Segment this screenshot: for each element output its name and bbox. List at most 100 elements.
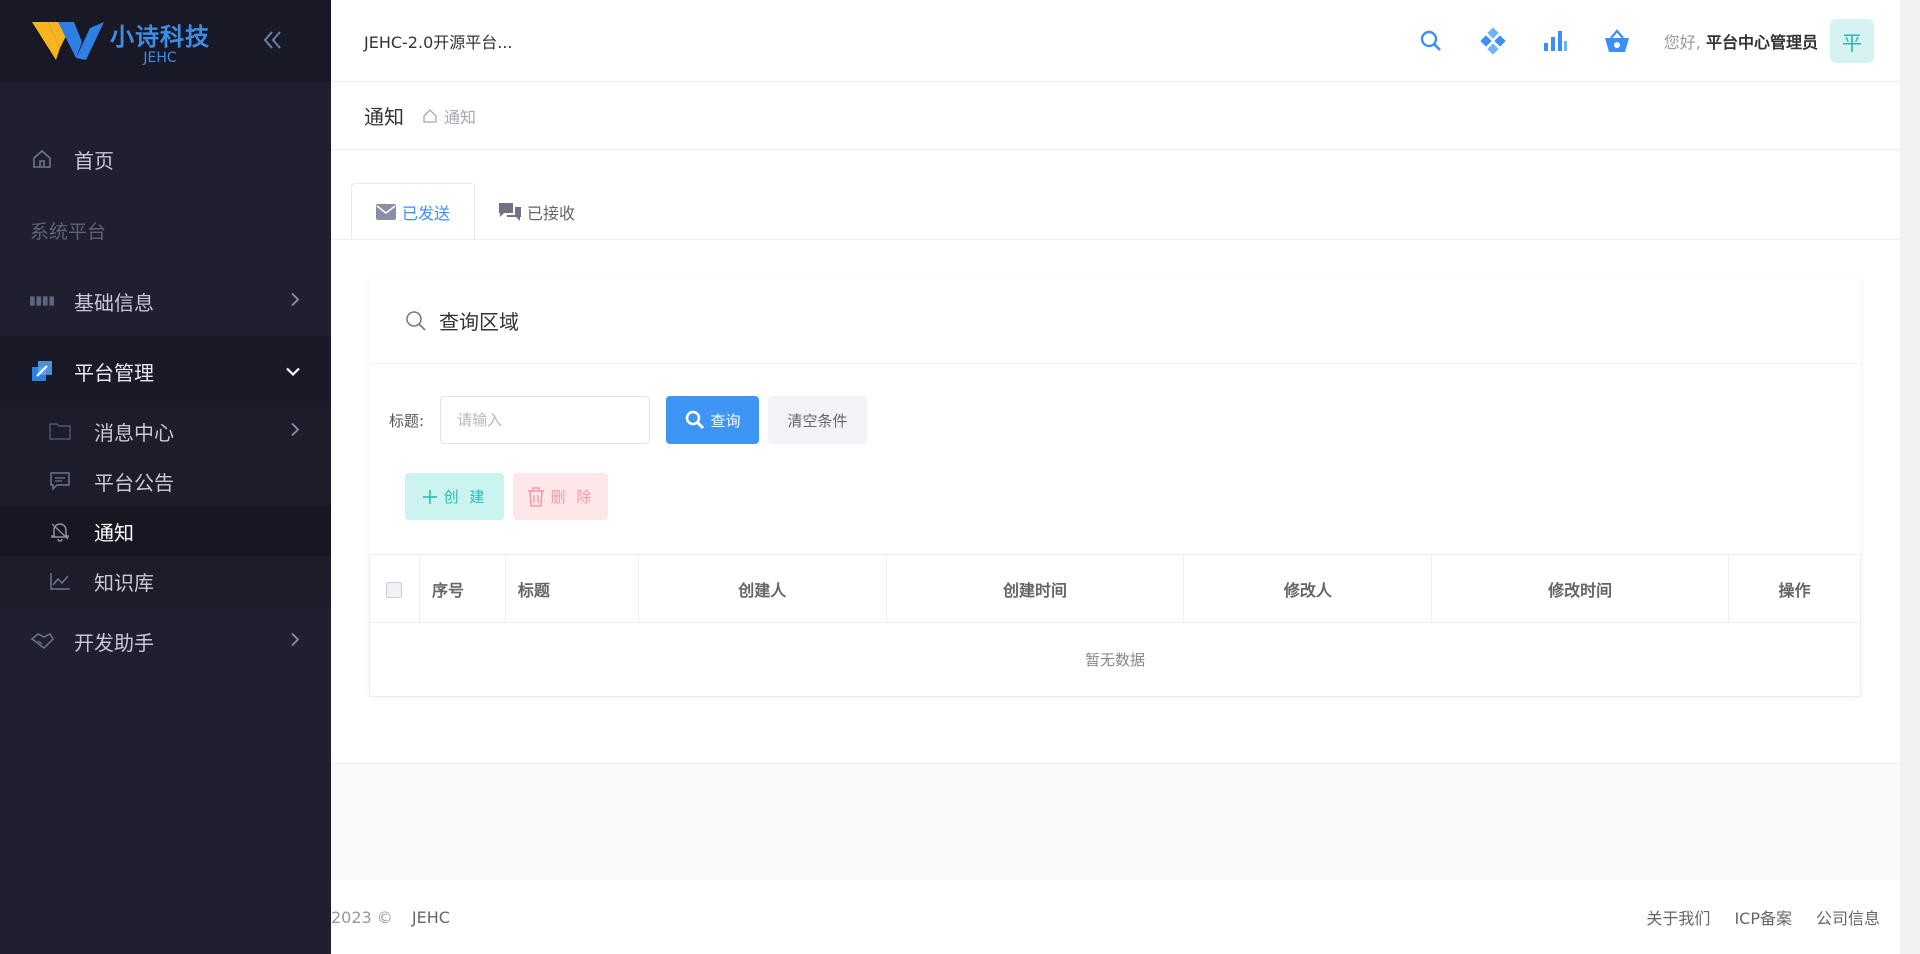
search-icon xyxy=(405,310,427,332)
breadcrumb-bar: 通知 通知 xyxy=(331,82,1900,150)
tab-divider xyxy=(331,239,1900,240)
basket-icon[interactable] xyxy=(1602,26,1632,56)
footer-link-icp[interactable]: ICP备案 xyxy=(1734,905,1792,929)
greeting-prefix: 您好, xyxy=(1663,33,1701,52)
chat-bubble-icon xyxy=(48,469,72,493)
sidebar-item-announcement[interactable]: 平台公告 xyxy=(0,456,331,506)
copyright-text: 2023 © xyxy=(331,907,393,927)
sidebar-nav: 首页 系统平台 基础信息 平台管理 消息中心 平台公告 通知 知识库 开发助手 xyxy=(0,82,331,676)
footer: 2023 © JEHC 关于我们 ICP备案 公司信息 xyxy=(331,880,1900,954)
sidebar-item-label: 基础信息 xyxy=(74,290,154,315)
sidebar-item-label: 平台管理 xyxy=(74,360,154,385)
search-button-label: 查询 xyxy=(710,411,741,430)
breadcrumb-item[interactable]: 通知 xyxy=(444,104,476,128)
search-button[interactable]: 查询 xyxy=(666,396,760,444)
app-title: JEHC-2.0开源平台... xyxy=(364,32,513,52)
breadcrumb: 通知 xyxy=(422,104,476,128)
tab-label: 已接收 xyxy=(527,203,576,223)
tab-label: 已发送 xyxy=(402,203,451,223)
footer-link-company[interactable]: 公司信息 xyxy=(1816,905,1880,929)
create-button[interactable]: 创 建 xyxy=(405,473,504,520)
query-card-header: 查询区域 xyxy=(369,278,1861,364)
logo-icon xyxy=(30,18,106,64)
brand-subname: JEHC xyxy=(143,49,177,66)
user-name: 平台中心管理员 xyxy=(1705,33,1818,52)
delete-button[interactable]: 删 除 xyxy=(513,473,608,520)
sidebar-section-label: 系统平台 xyxy=(30,220,107,243)
column-header[interactable]: 标题 xyxy=(504,554,639,623)
grid-blocks-icon xyxy=(30,289,54,313)
home-icon xyxy=(423,108,437,123)
search-icon[interactable] xyxy=(1416,26,1446,56)
copyright: 2023 © JEHC xyxy=(331,908,450,927)
clear-button[interactable]: 清空条件 xyxy=(768,396,868,444)
platform-icon xyxy=(30,359,54,383)
create-button-label: 创 建 xyxy=(443,488,488,506)
title-field-label: 标题: xyxy=(389,411,425,430)
sidebar-item-platform-mgmt[interactable]: 平台管理 xyxy=(0,336,331,406)
column-header[interactable]: 序号 xyxy=(418,554,506,623)
select-all-cell xyxy=(369,554,420,623)
home-icon xyxy=(30,147,54,171)
footer-link-about[interactable]: 关于我们 xyxy=(1646,905,1710,929)
chevron-down-icon xyxy=(285,359,301,384)
trash-icon xyxy=(527,486,545,507)
top-header: JEHC-2.0开源平台... 您好, 平台中心管理员 平 xyxy=(331,0,1900,82)
notice-table: 序号 标题 创建人 创建时间 修改人 修改时间 操作 暂无数据 xyxy=(369,554,1861,697)
title-input[interactable] xyxy=(440,396,651,444)
action-toolbar: 创 建 删 除 xyxy=(405,473,608,520)
avatar[interactable]: 平 xyxy=(1830,19,1874,63)
column-header[interactable]: 修改时间 xyxy=(1431,554,1730,623)
select-all-checkbox[interactable] xyxy=(386,581,403,598)
folder-icon xyxy=(48,419,72,443)
chevron-right-icon xyxy=(289,289,301,314)
sidebar-submenu: 消息中心 平台公告 通知 知识库 xyxy=(0,406,331,606)
sidebar-item-label: 平台公告 xyxy=(94,470,174,495)
sidebar-item-label: 开发助手 xyxy=(74,630,154,655)
sidebar-item-label: 通知 xyxy=(94,520,134,545)
sidebar-item-dev-helper[interactable]: 开发助手 xyxy=(0,606,331,676)
line-chart-icon xyxy=(48,569,72,593)
query-card-title: 查询区域 xyxy=(439,310,519,334)
column-header: 操作 xyxy=(1728,554,1861,623)
chat-bubbles-icon xyxy=(499,202,522,221)
column-header[interactable]: 创建时间 xyxy=(885,554,1185,623)
diamond-grid-icon[interactable] xyxy=(1478,26,1508,56)
sidebar-item-home[interactable]: 首页 xyxy=(0,124,331,194)
bar-chart-icon[interactable] xyxy=(1540,26,1570,56)
tab-received[interactable]: 已接收 xyxy=(475,183,599,240)
header-actions: 您好, 平台中心管理员 平 xyxy=(1416,0,1874,82)
sidebar-item-label: 知识库 xyxy=(94,570,154,595)
search-icon xyxy=(685,410,705,430)
sidebar-item-message-center[interactable]: 消息中心 xyxy=(0,406,331,456)
tab-sent[interactable]: 已发送 xyxy=(351,183,476,240)
sidebar-item-basic-info[interactable]: 基础信息 xyxy=(0,266,331,336)
footer-brand[interactable]: JEHC xyxy=(412,908,450,927)
sidebar-item-notice[interactable]: 通知 xyxy=(0,506,331,556)
chevron-right-icon xyxy=(289,419,301,444)
sidebar-item-knowledge[interactable]: 知识库 xyxy=(0,556,331,606)
page-title: 通知 xyxy=(364,105,404,129)
sidebar-item-label: 消息中心 xyxy=(94,420,174,445)
brand-name: 小诗科技 xyxy=(110,22,210,51)
plus-icon xyxy=(422,489,438,505)
vertical-scrollbar[interactable] xyxy=(1900,0,1920,954)
envelope-icon xyxy=(376,203,396,220)
handshake-icon xyxy=(30,629,54,653)
bell-icon xyxy=(48,519,72,543)
column-header[interactable]: 创建人 xyxy=(637,554,887,623)
chevron-right-icon xyxy=(289,629,301,654)
sidebar: 小诗科技 JEHC 首页 系统平台 基础信息 平台管理 消息中心 平台公告 通知… xyxy=(0,0,331,954)
tab-bar: 已发送 已接收 xyxy=(351,183,599,240)
main-panel: 已发送 已接收 查询区域 标题: 查询 清空条件 xyxy=(331,150,1900,764)
table-header-row: 序号 标题 创建人 创建时间 修改人 修改时间 操作 xyxy=(369,554,1861,623)
table-row: 暂无数据 xyxy=(369,622,1861,697)
sidebar-item-label: 首页 xyxy=(74,148,114,173)
collapse-sidebar-icon[interactable] xyxy=(258,26,286,54)
footer-links: 关于我们 ICP备案 公司信息 xyxy=(1622,905,1880,929)
delete-button-label: 删 除 xyxy=(550,488,595,506)
query-form: 标题: 查询 清空条件 xyxy=(389,396,868,444)
column-header[interactable]: 修改人 xyxy=(1183,554,1433,623)
query-card: 查询区域 标题: 查询 清空条件 创 建 xyxy=(369,278,1861,697)
brand-logo[interactable]: 小诗科技 JEHC xyxy=(0,0,331,82)
